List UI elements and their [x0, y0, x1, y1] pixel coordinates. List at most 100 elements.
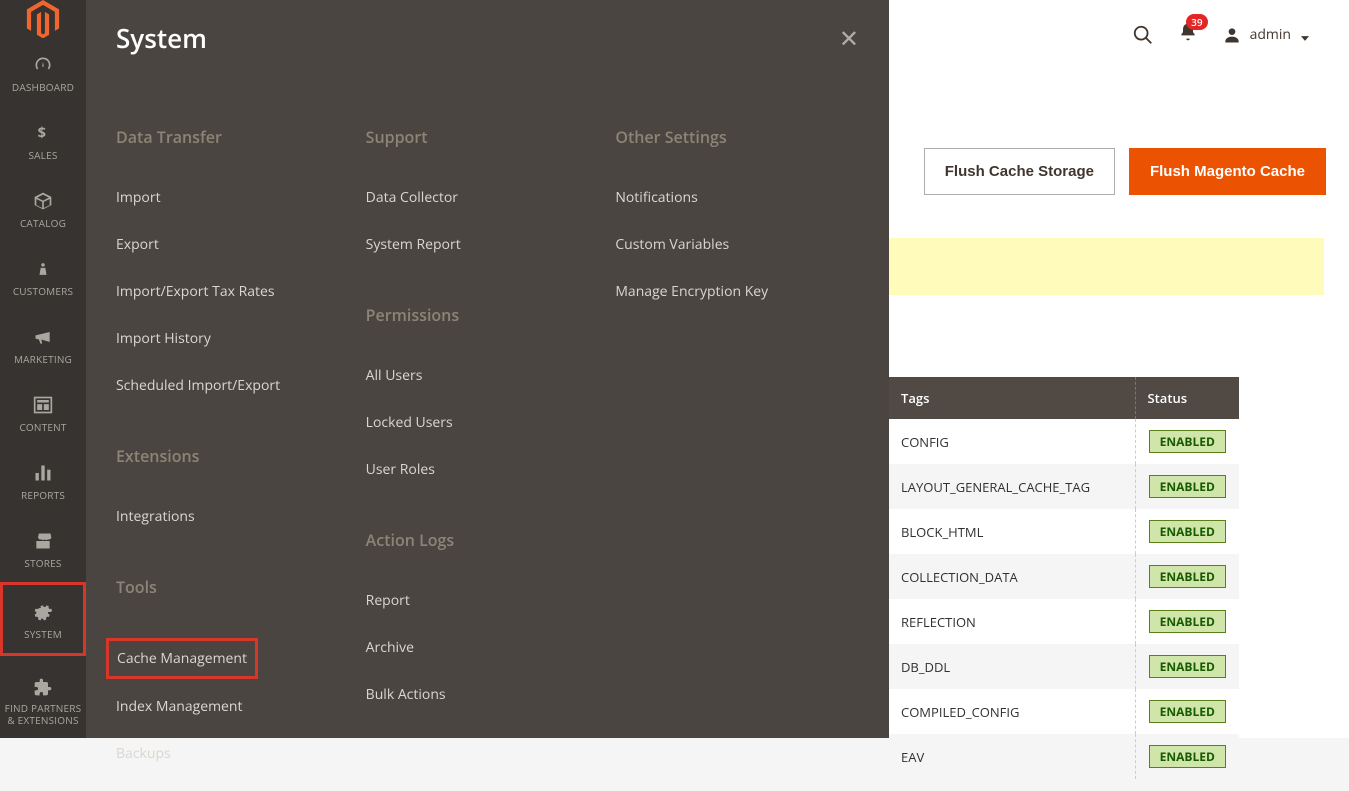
status-badge: ENABLED	[1149, 700, 1226, 723]
topbar-icons: 39 admin	[1132, 22, 1309, 47]
search-icon[interactable]	[1132, 24, 1154, 46]
cell-tag: COMPILED_CONFIG	[889, 689, 1135, 734]
flush-magento-cache-button[interactable]: Flush Magento Cache	[1129, 148, 1326, 195]
flyout-col-1: Data Transfer Import Export Import/Expor…	[116, 116, 360, 791]
gauge-icon	[32, 54, 54, 76]
status-badge: ENABLED	[1149, 655, 1226, 678]
box-icon	[32, 190, 54, 212]
user-menu[interactable]: admin	[1222, 24, 1309, 46]
link-backups[interactable]: Backups	[116, 744, 360, 763]
sidebar-item-find-partners[interactable]: FIND PARTNERS & EXTENSIONS	[0, 656, 86, 738]
system-flyout: System ✕ Data Transfer Import Export Imp…	[86, 0, 889, 738]
sidebar-item-catalog[interactable]: CATALOG	[0, 174, 86, 242]
link-integrations[interactable]: Integrations	[116, 507, 360, 526]
cell-status: ENABLED	[1135, 689, 1239, 734]
cell-status: ENABLED	[1135, 644, 1239, 689]
sidebar-item-label: MARKETING	[14, 352, 72, 366]
link-bulk-actions[interactable]: Bulk Actions	[366, 685, 610, 704]
table-row[interactable]: CONFIG ENABLED	[889, 419, 1239, 464]
cell-status: ENABLED	[1135, 734, 1239, 779]
main-action-buttons: Flush Cache Storage Flush Magento Cache	[924, 148, 1326, 195]
cache-table: Tags Status CONFIG ENABLED LAYOUT_GENERAL…	[889, 377, 1239, 779]
notifications-badge: 39	[1186, 14, 1207, 30]
cell-status: ENABLED	[1135, 599, 1239, 644]
cell-tag: LAYOUT_GENERAL_CACHE_TAG	[889, 464, 1135, 509]
gear-icon	[32, 601, 54, 623]
table-row[interactable]: COLLECTION_DATAENABLED	[889, 554, 1239, 599]
table-row[interactable]: REFLECTION ENABLED	[889, 599, 1239, 644]
link-custom-variables[interactable]: Custom Variables	[615, 235, 859, 254]
admin-sidebar: DASHBOARD $ SALES CATALOG CUSTOMERS MARK…	[0, 0, 86, 738]
section-title-data-transfer: Data Transfer	[116, 126, 360, 148]
sidebar-item-label: CATALOG	[20, 216, 66, 230]
store-icon	[32, 530, 54, 552]
table-row[interactable]: EAV ENABLED	[889, 734, 1239, 779]
cell-status: ENABLED	[1135, 419, 1239, 464]
megaphone-icon	[32, 326, 54, 348]
flush-cache-storage-button[interactable]: Flush Cache Storage	[924, 148, 1115, 195]
table-row[interactable]: LAYOUT_GENERAL_CACHE_TAG ENABLED	[889, 464, 1239, 509]
username-label: admin	[1250, 25, 1291, 44]
cell-status: ENABLED	[1135, 464, 1239, 509]
cell-tag: REFLECTION	[889, 599, 1135, 644]
sidebar-item-label: CONTENT	[19, 420, 66, 434]
link-archive[interactable]: Archive	[366, 638, 610, 657]
sidebar-item-customers[interactable]: CUSTOMERS	[0, 242, 86, 310]
magento-logo[interactable]	[0, 0, 86, 38]
section-title-action-logs: Action Logs	[366, 529, 610, 551]
sidebar-item-label: DASHBOARD	[12, 80, 74, 94]
link-locked-users[interactable]: Locked Users	[366, 413, 610, 432]
link-user-roles[interactable]: User Roles	[366, 460, 610, 479]
sidebar-item-label: SALES	[28, 148, 57, 162]
cell-tag: DB_DDL	[889, 644, 1135, 689]
link-index-management[interactable]: Index Management	[116, 697, 360, 716]
table-row[interactable]: COMPILED_CONFIG ENABLED	[889, 689, 1239, 734]
cell-tag: EAV	[889, 734, 1135, 779]
link-all-users[interactable]: All Users	[366, 366, 610, 385]
sidebar-item-dashboard[interactable]: DASHBOARD	[0, 38, 86, 106]
sidebar-item-sales[interactable]: $ SALES	[0, 106, 86, 174]
sidebar-item-marketing[interactable]: MARKETING	[0, 310, 86, 378]
sidebar-item-reports[interactable]: REPORTS	[0, 446, 86, 514]
link-import-export-tax-rates[interactable]: Import/Export Tax Rates	[116, 282, 360, 301]
sidebar-item-system[interactable]: SYSTEM	[0, 582, 86, 656]
sidebar-item-content[interactable]: CONTENT	[0, 378, 86, 446]
link-system-report[interactable]: System Report	[366, 235, 610, 254]
section-title-support: Support	[366, 126, 610, 148]
section-title-permissions: Permissions	[366, 304, 610, 326]
link-report[interactable]: Report	[366, 591, 610, 610]
link-export[interactable]: Export	[116, 235, 360, 254]
section-title-tools: Tools	[116, 576, 360, 598]
link-manage-encryption-key[interactable]: Manage Encryption Key	[615, 282, 859, 301]
table-row[interactable]: BLOCK_HTMLENABLED	[889, 509, 1239, 554]
status-badge: ENABLED	[1149, 430, 1226, 453]
link-cache-management[interactable]: Cache Management	[106, 638, 258, 679]
status-badge: ENABLED	[1149, 475, 1226, 498]
link-scheduled-import-export[interactable]: Scheduled Import/Export	[116, 376, 360, 395]
notifications-icon[interactable]: 39	[1178, 22, 1198, 47]
link-data-collector[interactable]: Data Collector	[366, 188, 610, 207]
sidebar-item-label: FIND PARTNERS & EXTENSIONS	[4, 702, 82, 726]
link-notifications[interactable]: Notifications	[615, 188, 859, 207]
link-import-history[interactable]: Import History	[116, 329, 360, 348]
flyout-title: System	[116, 20, 207, 56]
link-import[interactable]: Import	[116, 188, 360, 207]
table-row[interactable]: DB_DDL ENABLED	[889, 644, 1239, 689]
sidebar-item-stores[interactable]: STORES	[0, 514, 86, 582]
sidebar-item-label: REPORTS	[21, 488, 65, 502]
status-badge: ENABLED	[1149, 745, 1226, 768]
svg-text:$: $	[38, 123, 47, 143]
flyout-col-3: Other Settings Notifications Custom Vari…	[615, 116, 859, 791]
table-header-tags[interactable]: Tags	[889, 377, 1135, 419]
puzzle-icon	[32, 676, 54, 698]
status-badge: ENABLED	[1149, 610, 1226, 633]
section-title-other-settings: Other Settings	[615, 126, 859, 148]
cell-tag: BLOCK_HTML	[889, 509, 1135, 554]
section-title-extensions: Extensions	[116, 445, 360, 467]
close-icon[interactable]: ✕	[839, 22, 859, 55]
table-header-status[interactable]: Status	[1135, 377, 1239, 419]
bar-chart-icon	[32, 462, 54, 484]
cell-tag: CONFIG	[889, 419, 1135, 464]
sidebar-item-label: SYSTEM	[24, 627, 62, 641]
notice-band	[889, 238, 1324, 295]
